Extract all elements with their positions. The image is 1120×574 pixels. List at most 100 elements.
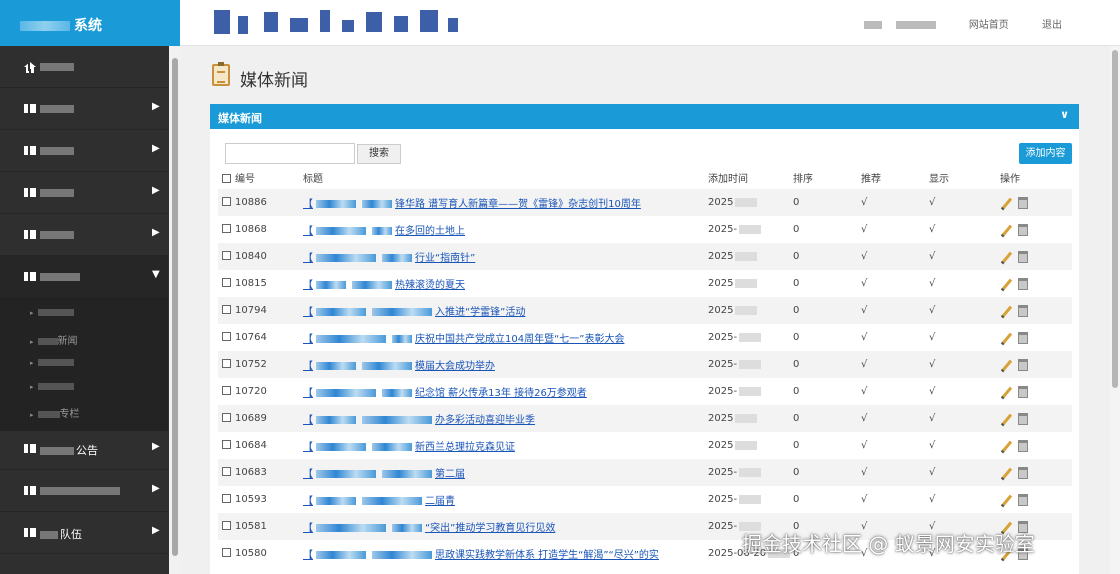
delete-trash-icon[interactable] xyxy=(1018,412,1028,425)
row-checkbox[interactable] xyxy=(222,359,231,368)
link-logout[interactable]: 退出 xyxy=(1042,20,1062,31)
table-row[interactable]: 10840 【行业“指南针” 2025 0 √ √ xyxy=(218,243,1072,270)
table-row[interactable]: 10720 【纪念馆 薪火传承13年 接待26万参观者 2025- 0 √ √ xyxy=(218,378,1072,405)
delete-trash-icon[interactable] xyxy=(1018,493,1028,506)
table-row[interactable]: 10593 【二届青 2025- 0 √ √ xyxy=(218,486,1072,513)
title-link[interactable]: 【第二届 xyxy=(303,469,465,480)
edit-pencil-icon[interactable] xyxy=(1000,467,1012,479)
search-button[interactable]: 搜索 xyxy=(357,144,401,164)
submenu-item-3[interactable] xyxy=(30,357,74,368)
delete-trash-icon[interactable] xyxy=(1018,466,1028,479)
edit-pencil-icon[interactable] xyxy=(1000,305,1012,317)
table-row[interactable]: 10752 【模届大会成功举办 2025- 0 √ √ xyxy=(218,351,1072,378)
row-checkbox[interactable] xyxy=(222,305,231,314)
title-link[interactable]: 【新西兰总理拉克森见证 xyxy=(303,442,515,453)
sidebar-item-2[interactable]: ▶ xyxy=(0,88,168,130)
cell-id: 10684 xyxy=(218,432,298,459)
delete-trash-icon[interactable] xyxy=(1018,358,1028,371)
title-link[interactable]: 【在多回的土地上 xyxy=(303,226,465,237)
submenu-item-1[interactable] xyxy=(30,307,74,318)
table-row[interactable]: 10886 【锋华路 谱写育人新篇章——贺《雷锋》杂志创刊10周年 2025 0 √ √ xyxy=(218,189,1072,216)
delete-trash-icon[interactable] xyxy=(1018,223,1028,236)
sidebar-item-news-open[interactable]: ▼ xyxy=(0,256,168,298)
title-link[interactable]: 【庆祝中国共产党成立104周年暨“七一”表彰大会 xyxy=(303,334,624,345)
cell-title: 【庆祝中国共产党成立104周年暨“七一”表彰大会 xyxy=(298,324,708,351)
cell-title: 【第二届 xyxy=(298,459,708,486)
sidebar-scrollbar-thumb[interactable] xyxy=(172,58,178,556)
title-link[interactable]: 【思政课实践教学新体系 打造学生“解渴”“尽兴”的实 xyxy=(303,550,659,561)
add-content-button[interactable]: 添加内容 xyxy=(1019,143,1072,164)
grid-icon xyxy=(24,146,36,155)
delete-trash-icon[interactable] xyxy=(1018,439,1028,452)
title-link[interactable]: 【入推进“学雷锋”活动 xyxy=(303,307,525,318)
submenu-item-2[interactable]: 新闻 xyxy=(30,332,78,347)
submenu-item-5[interactable]: 专栏 xyxy=(30,405,80,420)
row-checkbox[interactable] xyxy=(222,521,231,530)
title-link[interactable]: 【二届青 xyxy=(303,496,455,507)
row-checkbox[interactable] xyxy=(222,251,231,260)
row-checkbox[interactable] xyxy=(222,224,231,233)
select-all-checkbox[interactable] xyxy=(222,174,231,183)
edit-pencil-icon[interactable] xyxy=(1000,332,1012,344)
row-checkbox[interactable] xyxy=(222,413,231,422)
row-checkbox[interactable] xyxy=(222,197,231,206)
row-checkbox[interactable] xyxy=(222,548,231,557)
row-checkbox[interactable] xyxy=(222,386,231,395)
sidebar-item-team[interactable]: 队伍 ▶ xyxy=(0,512,168,554)
sidebar-item-announcement[interactable]: 公告 ▶ xyxy=(0,428,168,470)
title-link[interactable]: 【纪念馆 薪火传承13年 接待26万参观者 xyxy=(303,388,587,399)
chevron-down-icon: ▼ xyxy=(152,269,160,280)
table-row[interactable]: 10689 【办多彩活动喜迎毕业季 2025 0 √ √ xyxy=(218,405,1072,432)
title-link[interactable]: 【行业“指南针” xyxy=(303,253,475,264)
title-link[interactable]: 【“突出”推动学习教育见行见效 xyxy=(303,523,555,534)
table-row[interactable]: 10815 【热辣滚烫的夏天 2025 0 √ √ xyxy=(218,270,1072,297)
delete-trash-icon[interactable] xyxy=(1018,304,1028,317)
row-checkbox[interactable] xyxy=(222,494,231,503)
cell-id: 10720 xyxy=(218,378,298,405)
search-input[interactable] xyxy=(225,143,355,164)
sidebar-item-5[interactable]: ▶ xyxy=(0,214,168,256)
title-link[interactable]: 【锋华路 谱写育人新篇章——贺《雷锋》杂志创刊10周年 xyxy=(303,199,641,210)
sidebar-item-3[interactable]: ▶ xyxy=(0,130,168,172)
delete-trash-icon[interactable] xyxy=(1018,385,1028,398)
table-row[interactable]: 10868 【在多回的土地上 2025- 0 √ √ xyxy=(218,216,1072,243)
edit-pencil-icon[interactable] xyxy=(1000,386,1012,398)
delete-trash-icon[interactable] xyxy=(1018,196,1028,209)
delete-trash-icon[interactable] xyxy=(1018,277,1028,290)
table-row[interactable]: 10764 【庆祝中国共产党成立104周年暨“七一”表彰大会 2025- 0 √ √ xyxy=(218,324,1072,351)
edit-pencil-icon[interactable] xyxy=(1000,440,1012,452)
edit-pencil-icon[interactable] xyxy=(1000,251,1012,263)
edit-pencil-icon[interactable] xyxy=(1000,224,1012,236)
page-scrollbar-thumb[interactable] xyxy=(1112,50,1118,388)
row-checkbox[interactable] xyxy=(222,332,231,341)
sidebar-item-4[interactable]: ▶ xyxy=(0,172,168,214)
edit-pencil-icon[interactable] xyxy=(1000,359,1012,371)
cell-id: 10752 xyxy=(218,351,298,378)
title-link[interactable]: 【模届大会成功举办 xyxy=(303,361,495,372)
submenu-item-4[interactable] xyxy=(30,381,74,392)
cell-recommend: √ xyxy=(861,243,929,270)
delete-trash-icon[interactable] xyxy=(1018,331,1028,344)
table-row[interactable]: 10683 【第二届 2025- 0 √ √ xyxy=(218,459,1072,486)
edit-pencil-icon[interactable] xyxy=(1000,278,1012,290)
cell-id: 10689 xyxy=(218,405,298,432)
title-link[interactable]: 【热辣滚烫的夏天 xyxy=(303,280,465,291)
sidebar-item-label xyxy=(40,186,76,199)
table-row[interactable]: 10684 【新西兰总理拉克森见证 2025 0 √ √ xyxy=(218,432,1072,459)
delete-trash-icon[interactable] xyxy=(1018,250,1028,263)
title-link[interactable]: 【办多彩活动喜迎毕业季 xyxy=(303,415,535,426)
cell-time: 2025 xyxy=(708,189,793,216)
sidebar-item-home[interactable] xyxy=(0,46,168,88)
edit-pencil-icon[interactable] xyxy=(1000,413,1012,425)
row-checkbox[interactable] xyxy=(222,278,231,287)
brand-logo[interactable]: 系统 xyxy=(0,0,180,46)
sidebar-item-8[interactable]: ▶ xyxy=(0,470,168,512)
chevron-down-icon[interactable]: ∨ xyxy=(1060,108,1069,121)
row-checkbox[interactable] xyxy=(222,440,231,449)
link-site-home[interactable]: 网站首页 xyxy=(969,20,1009,31)
table-row[interactable]: 10794 【入推进“学雷锋”活动 2025 0 √ √ xyxy=(218,297,1072,324)
edit-pencil-icon[interactable] xyxy=(1000,197,1012,209)
cell-title: 【行业“指南针” xyxy=(298,243,708,270)
edit-pencil-icon[interactable] xyxy=(1000,494,1012,506)
row-checkbox[interactable] xyxy=(222,467,231,476)
